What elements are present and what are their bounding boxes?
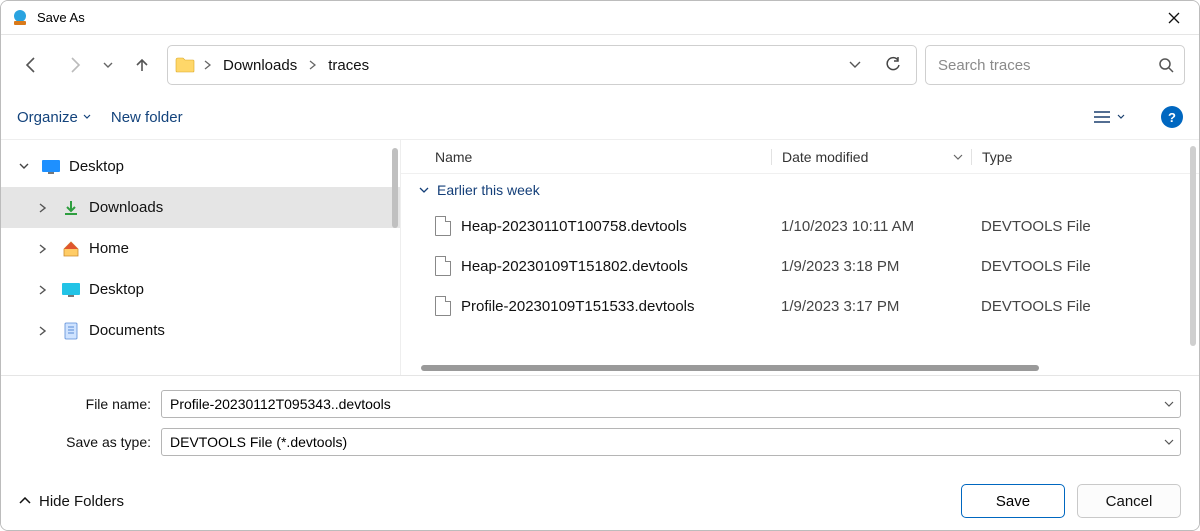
new-folder-button[interactable]: New folder	[111, 109, 183, 126]
save-type-label: Save as type:	[19, 434, 161, 450]
main-area: Desktop Downloads Home	[1, 139, 1199, 375]
nav-back-button[interactable]	[15, 48, 49, 82]
chevron-down-icon[interactable]	[1164, 401, 1174, 407]
folder-icon	[174, 54, 196, 76]
file-group-header[interactable]: Earlier this week	[401, 174, 1199, 206]
tree-item-home[interactable]: Home	[1, 228, 400, 269]
file-type: DEVTOOLS File	[971, 298, 1199, 315]
address-dropdown-button[interactable]	[838, 48, 872, 82]
tree-item-desktop[interactable]: Desktop	[1, 146, 400, 187]
save-as-dialog: Save As Downloads	[0, 0, 1200, 531]
sort-desc-icon	[953, 154, 963, 160]
tree-item-desktop-2[interactable]: Desktop	[1, 269, 400, 310]
organize-menu[interactable]: Organize	[17, 109, 91, 126]
document-icon	[61, 321, 81, 341]
desktop-icon	[61, 280, 81, 300]
dialog-footer: Hide Folders Save Cancel	[1, 472, 1199, 530]
file-row[interactable]: Heap-20230110T100758.devtools 1/10/2023 …	[401, 206, 1199, 246]
search-box[interactable]	[925, 45, 1185, 85]
download-icon	[61, 198, 81, 218]
app-icon	[11, 9, 29, 27]
chevron-down-icon	[1117, 114, 1125, 120]
file-name: Heap-20230109T151802.devtools	[461, 258, 688, 275]
nav-row: Downloads traces	[1, 35, 1199, 95]
content-vscrollbar[interactable]	[1190, 146, 1196, 346]
column-header-row: Name Date modified Type	[401, 140, 1199, 174]
file-list: Name Date modified Type Earlier this wee…	[401, 140, 1199, 375]
file-row[interactable]: Profile-20230109T151533.devtools 1/9/202…	[401, 286, 1199, 326]
sidebar-scrollbar[interactable]	[392, 148, 398, 228]
chevron-down-icon	[83, 114, 91, 120]
file-icon	[435, 296, 451, 316]
file-type: DEVTOOLS File	[971, 218, 1199, 235]
file-date: 1/9/2023 3:18 PM	[771, 258, 971, 275]
close-button[interactable]	[1151, 1, 1197, 35]
chevron-down-icon	[19, 163, 33, 170]
breadcrumb-item[interactable]: traces	[324, 53, 373, 78]
tree-item-label: Documents	[89, 322, 165, 339]
home-icon	[61, 239, 81, 259]
help-button[interactable]: ?	[1161, 106, 1183, 128]
chevron-right-icon	[39, 244, 53, 254]
file-icon	[435, 216, 451, 236]
address-bar[interactable]: Downloads traces	[167, 45, 917, 85]
nav-history-dropdown[interactable]	[99, 48, 117, 82]
chevron-down-icon	[419, 187, 429, 194]
titlebar: Save As	[1, 1, 1199, 35]
chevron-right-icon	[39, 326, 53, 336]
breadcrumb-item[interactable]: Downloads	[219, 53, 301, 78]
refresh-button[interactable]	[876, 48, 910, 82]
search-icon	[1158, 57, 1174, 73]
window-title: Save As	[37, 10, 85, 25]
tree-item-label: Downloads	[89, 199, 163, 216]
save-form: File name: Profile-20230112T095343..devt…	[1, 375, 1199, 472]
tree-item-documents[interactable]: Documents	[1, 310, 400, 351]
tree-item-downloads[interactable]: Downloads	[1, 187, 400, 228]
search-input[interactable]	[936, 56, 1150, 75]
hide-folders-button[interactable]: Hide Folders	[19, 493, 124, 510]
file-date: 1/10/2023 10:11 AM	[771, 218, 971, 235]
desktop-icon	[41, 157, 61, 177]
chevron-right-icon	[39, 285, 53, 295]
file-date: 1/9/2023 3:17 PM	[771, 298, 971, 315]
file-type: DEVTOOLS File	[971, 258, 1199, 275]
content-hscrollbar[interactable]	[421, 365, 1039, 371]
toolbar: Organize New folder ?	[1, 95, 1199, 139]
save-type-select[interactable]: DEVTOOLS File (*.devtools)	[161, 428, 1181, 456]
chevron-right-icon	[39, 203, 53, 213]
file-icon	[435, 256, 451, 276]
column-header-date[interactable]: Date modified	[771, 149, 971, 165]
chevron-right-icon	[200, 60, 215, 70]
view-mode-button[interactable]	[1093, 110, 1125, 124]
column-header-name[interactable]: Name	[401, 149, 771, 165]
file-name-label: File name:	[19, 396, 161, 412]
file-name: Heap-20230110T100758.devtools	[461, 218, 687, 235]
cancel-button[interactable]: Cancel	[1077, 484, 1181, 518]
nav-forward-button[interactable]	[57, 48, 91, 82]
file-name-input[interactable]: Profile-20230112T095343..devtools	[161, 390, 1181, 418]
list-view-icon	[1093, 110, 1111, 124]
save-button[interactable]: Save	[961, 484, 1065, 518]
tree-item-label: Desktop	[69, 158, 124, 175]
nav-up-button[interactable]	[125, 48, 159, 82]
file-row[interactable]: Heap-20230109T151802.devtools 1/9/2023 3…	[401, 246, 1199, 286]
tree-item-label: Desktop	[89, 281, 144, 298]
file-name: Profile-20230109T151533.devtools	[461, 298, 695, 315]
tree-item-label: Home	[89, 240, 129, 257]
column-header-type[interactable]: Type	[971, 149, 1199, 165]
chevron-right-icon	[305, 60, 320, 70]
chevron-up-icon	[19, 497, 31, 505]
chevron-down-icon[interactable]	[1164, 439, 1174, 445]
folder-tree: Desktop Downloads Home	[1, 140, 401, 375]
